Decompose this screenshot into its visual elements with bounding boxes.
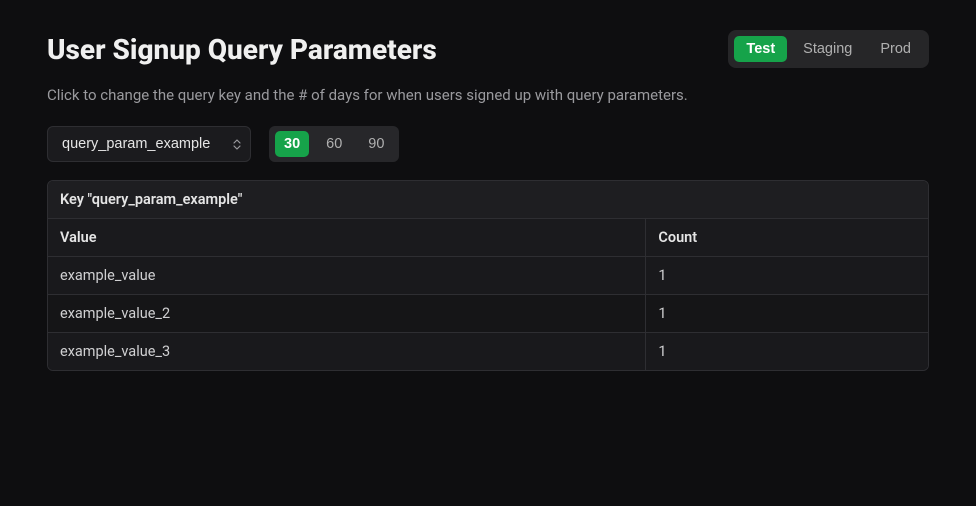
env-tab-test[interactable]: Test <box>734 36 787 62</box>
cell-value: example_value_2 <box>48 295 646 333</box>
env-tab-prod[interactable]: Prod <box>868 36 923 62</box>
page-title: User Signup Query Parameters <box>47 33 437 66</box>
days-tabs: 30 60 90 <box>269 126 399 162</box>
table-col-count-header: Count <box>646 219 928 257</box>
days-tab-90[interactable]: 90 <box>359 131 393 157</box>
cell-count: 1 <box>646 333 928 370</box>
table-key-header: Key "query_param_example" <box>48 181 928 219</box>
table-row: example_value_31 <box>48 333 928 370</box>
results-table: Key "query_param_example" Value Count ex… <box>47 180 929 371</box>
table-col-value-header: Value <box>48 219 646 257</box>
cell-value: example_value_3 <box>48 333 646 370</box>
table-row: example_value1 <box>48 257 928 295</box>
days-tab-30[interactable]: 30 <box>275 131 309 157</box>
query-select-wrap: query_param_example <box>47 126 251 162</box>
env-tabs: TestStagingProd <box>728 30 929 68</box>
table-row: example_value_21 <box>48 295 928 333</box>
env-tab-staging[interactable]: Staging <box>791 36 864 62</box>
days-tab-60[interactable]: 60 <box>317 131 351 157</box>
cell-count: 1 <box>646 295 928 333</box>
cell-count: 1 <box>646 257 928 295</box>
subtitle-text: Click to change the query key and the # … <box>47 86 929 104</box>
query-key-select[interactable]: query_param_example <box>47 126 251 162</box>
cell-value: example_value <box>48 257 646 295</box>
